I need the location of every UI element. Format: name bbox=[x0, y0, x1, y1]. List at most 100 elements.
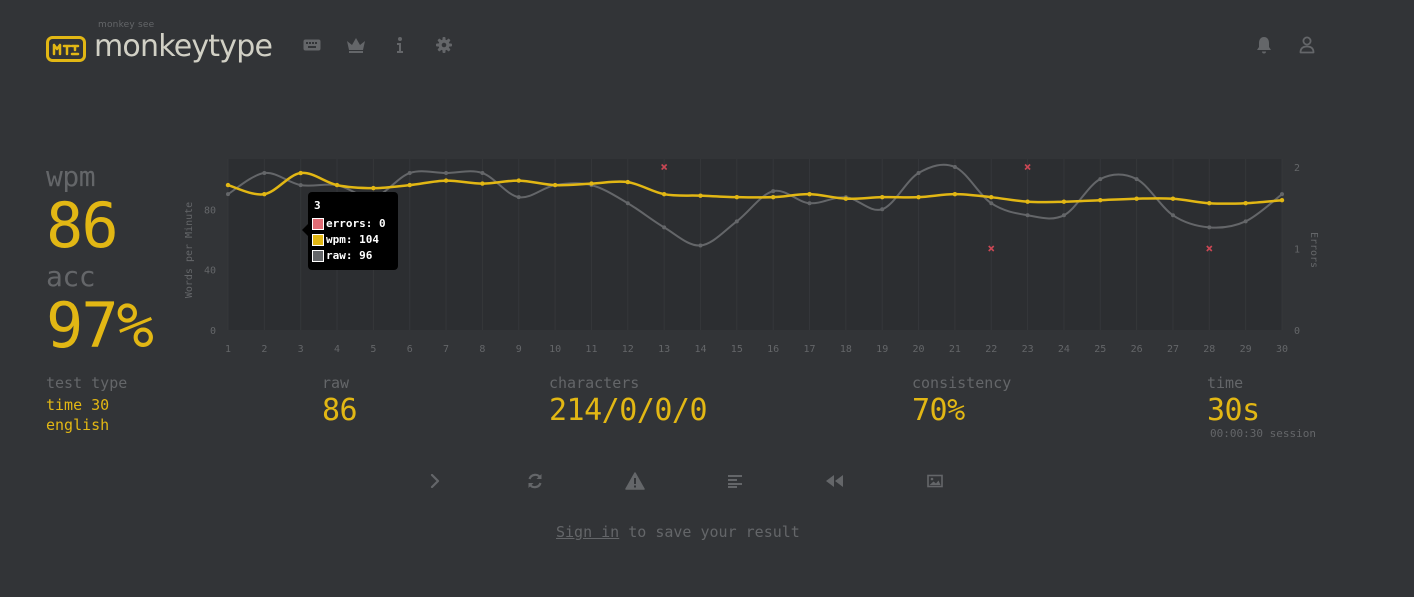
wpm-point bbox=[1279, 198, 1285, 203]
y-axis-title: Words per Minute bbox=[184, 202, 195, 298]
bell-icon[interactable] bbox=[1254, 36, 1274, 54]
acc-value: 97% bbox=[46, 289, 154, 362]
restart-button[interactable] bbox=[525, 471, 545, 491]
x-tick-label: 30 bbox=[1276, 344, 1288, 355]
align-left-icon bbox=[728, 475, 742, 488]
wpm-point bbox=[625, 179, 630, 185]
report-button[interactable] bbox=[625, 471, 645, 491]
x-tick-label: 1 bbox=[225, 344, 231, 355]
wpm-point bbox=[1098, 198, 1103, 203]
x-tick-label: 19 bbox=[876, 344, 888, 355]
consistency-label: consistency bbox=[912, 374, 1012, 392]
wpm-point bbox=[952, 191, 958, 197]
raw-swatch bbox=[312, 249, 324, 262]
signin-message: Sign in to save your result bbox=[556, 523, 800, 541]
wpm-point bbox=[1025, 199, 1030, 204]
y-tick-label: 0 bbox=[210, 326, 216, 337]
wpm-point bbox=[298, 170, 303, 176]
y-tick-label: 40 bbox=[204, 266, 216, 277]
x-tick-label: 22 bbox=[985, 344, 997, 355]
raw-point bbox=[444, 171, 449, 176]
wpm-point bbox=[916, 194, 921, 200]
raw-point bbox=[734, 219, 739, 224]
wpm-point bbox=[880, 194, 885, 200]
raw-point bbox=[1243, 219, 1248, 224]
replay-button[interactable] bbox=[825, 471, 845, 491]
logo[interactable]: monkey see monkeytype bbox=[46, 20, 273, 66]
wpm-point bbox=[1061, 199, 1067, 204]
raw-point bbox=[916, 171, 921, 176]
info-icon[interactable] bbox=[390, 36, 410, 54]
signin-rest-text: to save your result bbox=[619, 523, 800, 541]
raw-point bbox=[480, 171, 485, 176]
warning-icon bbox=[625, 472, 645, 490]
wpm-point bbox=[989, 194, 994, 200]
raw-value: 86 bbox=[322, 393, 358, 428]
x-tick-label: 10 bbox=[549, 344, 561, 355]
chevron-right-icon bbox=[430, 474, 440, 488]
wpm-point bbox=[807, 191, 812, 197]
characters-label: characters bbox=[549, 374, 640, 392]
y2-axis-title: Errors bbox=[1308, 232, 1319, 268]
raw-point bbox=[625, 201, 630, 206]
wpm-point bbox=[443, 178, 449, 183]
wpm-point bbox=[1170, 196, 1176, 201]
time-label: time bbox=[1207, 374, 1244, 392]
x-tick-label: 27 bbox=[1167, 344, 1179, 355]
x-tick-label: 25 bbox=[1094, 344, 1106, 355]
x-tick-label: 23 bbox=[1022, 344, 1034, 355]
screenshot-button[interactable] bbox=[925, 471, 945, 491]
raw-point bbox=[516, 195, 521, 200]
signin-link[interactable]: Sign in bbox=[556, 523, 619, 541]
image-icon bbox=[927, 474, 943, 488]
raw-point bbox=[298, 183, 303, 188]
next-test-button[interactable] bbox=[425, 471, 445, 491]
wpm-point bbox=[334, 182, 340, 188]
x-tick-label: 3 bbox=[298, 344, 304, 355]
test-type-mode: time 30 bbox=[46, 396, 110, 414]
word-history-button[interactable] bbox=[725, 471, 745, 491]
x-tick-label: 7 bbox=[443, 344, 449, 355]
test-type-label: test type bbox=[46, 374, 128, 392]
raw-point bbox=[1061, 213, 1066, 218]
tooltip-errors-text: errors: 0 bbox=[326, 217, 386, 230]
user-icon[interactable] bbox=[1297, 36, 1317, 54]
wpm-point bbox=[516, 178, 521, 183]
x-tick-label: 9 bbox=[516, 344, 522, 355]
results-page: monkey see monkeytype wpm 86 acc 97% 0 40… bbox=[0, 0, 1414, 597]
characters-value: 214/0/0/0 bbox=[549, 393, 708, 428]
tooltip-raw-text: raw: 96 bbox=[326, 249, 373, 262]
raw-point bbox=[1025, 213, 1030, 218]
x-tick-label: 24 bbox=[1058, 344, 1070, 355]
x-tick-label: 15 bbox=[731, 344, 743, 355]
backward-icon bbox=[826, 475, 843, 487]
wpm-value: 86 bbox=[46, 189, 119, 262]
wpm-point bbox=[843, 196, 849, 201]
x-tick-label: 5 bbox=[370, 344, 376, 355]
crown-icon[interactable] bbox=[346, 36, 366, 54]
raw-point bbox=[771, 189, 776, 194]
raw-point bbox=[1280, 192, 1284, 197]
raw-point bbox=[698, 243, 703, 248]
restart-icon bbox=[528, 473, 542, 489]
wpm-point bbox=[698, 193, 703, 198]
tooltip-arrow bbox=[302, 224, 308, 236]
wpm-point bbox=[371, 185, 376, 191]
tooltip-wpm-row: wpm: 104 bbox=[312, 233, 379, 246]
y2-tick-label: 1 bbox=[1294, 245, 1300, 256]
raw-point bbox=[662, 225, 667, 230]
errors-swatch bbox=[312, 217, 324, 230]
wpm-point bbox=[1134, 196, 1139, 201]
gear-icon[interactable] bbox=[434, 36, 454, 54]
x-tick-label: 2 bbox=[261, 344, 267, 355]
x-tick-label: 28 bbox=[1203, 344, 1215, 355]
keyboard-icon[interactable] bbox=[302, 36, 322, 54]
x-tick-label: 4 bbox=[334, 344, 340, 355]
x-tick-label: 20 bbox=[913, 344, 925, 355]
x-tick-label: 17 bbox=[803, 344, 815, 355]
x-tick-label: 29 bbox=[1240, 344, 1252, 355]
y2-tick-label: 2 bbox=[1294, 163, 1300, 174]
raw-point bbox=[989, 201, 994, 206]
raw-point bbox=[226, 192, 230, 197]
raw-point bbox=[262, 171, 267, 176]
